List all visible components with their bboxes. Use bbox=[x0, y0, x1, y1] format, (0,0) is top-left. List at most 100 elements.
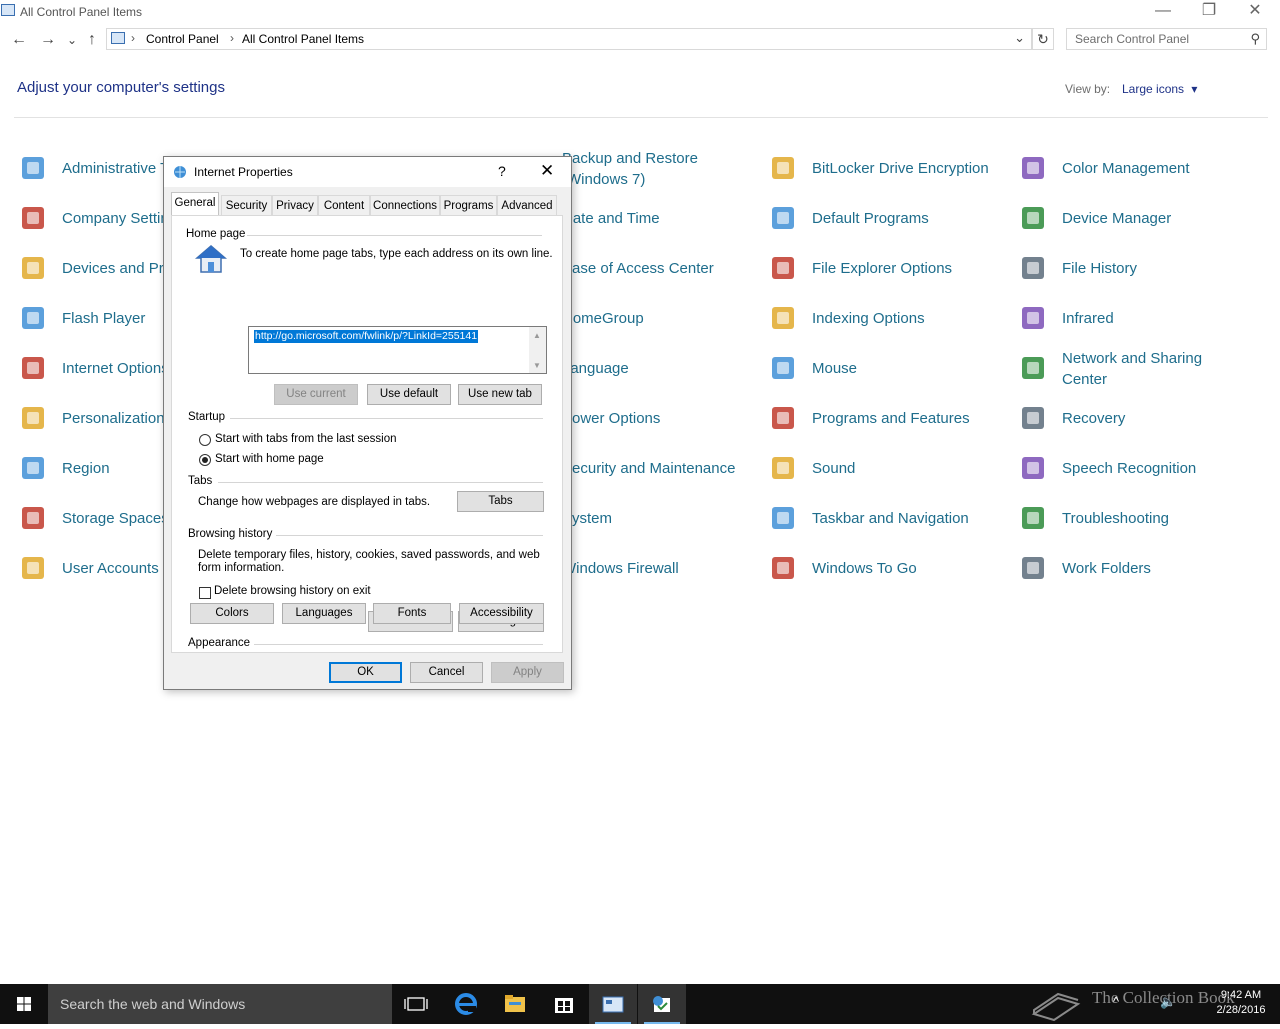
control-panel-item-label: Programs and Features bbox=[812, 410, 970, 427]
address-bar[interactable]: › Control Panel › All Control Panel Item… bbox=[106, 28, 1032, 50]
colors-button[interactable]: Colors bbox=[190, 603, 274, 624]
search-icon[interactable]: ⚲ bbox=[1250, 31, 1260, 47]
windows-to-go-icon bbox=[772, 557, 794, 579]
control-panel-item-label: Speech Recognition bbox=[1062, 460, 1197, 477]
startup-group-label: Startup bbox=[188, 411, 226, 423]
control-panel-item-label: Work Folders bbox=[1062, 560, 1151, 577]
start-button[interactable] bbox=[0, 984, 48, 1024]
cancel-button[interactable]: Cancel bbox=[410, 662, 483, 683]
control-panel-item-label: Windows Firewall bbox=[562, 560, 679, 577]
use-new-tab-button[interactable]: Use new tab bbox=[458, 384, 542, 405]
recent-locations-button[interactable]: ⌄ bbox=[62, 30, 82, 50]
administrative-tools-icon bbox=[22, 157, 44, 179]
control-panel-item-label: Date and Time bbox=[562, 210, 660, 227]
radio-home-page-label[interactable]: Start with home page bbox=[215, 453, 324, 465]
back-button[interactable]: ← bbox=[9, 30, 29, 50]
use-current-button[interactable]: Use current bbox=[274, 384, 358, 405]
file-explorer-button[interactable] bbox=[491, 984, 539, 1024]
control-panel-item-label: Security and Maintenance bbox=[562, 460, 736, 477]
taskbar-navigation-icon bbox=[772, 507, 794, 529]
tab-connections[interactable]: Connections bbox=[370, 195, 440, 215]
clock[interactable]: 9:42 AM 2/28/2016 bbox=[1203, 988, 1279, 1018]
file-explorer-options-icon bbox=[772, 257, 794, 279]
use-default-button[interactable]: Use default bbox=[367, 384, 451, 405]
view-by-label: View by: bbox=[1065, 82, 1111, 96]
view-by-dropdown[interactable]: Large icons ▾ bbox=[1122, 82, 1197, 96]
internet-properties-taskbar-button[interactable] bbox=[638, 984, 686, 1024]
radio-last-session-label[interactable]: Start with tabs from the last session bbox=[215, 433, 397, 445]
dialog-title-bar[interactable]: Internet Properties ? ✕ bbox=[164, 157, 571, 187]
internet-options-icon bbox=[22, 357, 44, 379]
tab-content[interactable]: Content bbox=[318, 195, 370, 215]
dialog-close-button[interactable]: ✕ bbox=[540, 161, 554, 181]
home-page-icon bbox=[194, 245, 228, 273]
control-panel-taskbar-button[interactable] bbox=[589, 984, 637, 1024]
home-page-url: http://go.microsoft.com/fwlink/p/?LinkId… bbox=[254, 330, 479, 343]
close-button[interactable]: ✕ bbox=[1232, 0, 1278, 24]
windows-logo-icon bbox=[17, 997, 31, 1011]
user-accounts-icon bbox=[22, 557, 44, 579]
taskbar-search-input[interactable]: Search the web and Windows bbox=[48, 984, 392, 1024]
show-hidden-icons-button[interactable]: ^ bbox=[1113, 994, 1119, 1009]
tab-privacy[interactable]: Privacy bbox=[272, 195, 318, 215]
breadcrumb-separator[interactable]: › bbox=[230, 31, 234, 45]
recovery-icon bbox=[1022, 407, 1044, 429]
help-button[interactable]: ? bbox=[498, 163, 506, 179]
clock-time: 9:42 AM bbox=[1220, 989, 1262, 1001]
edge-button[interactable] bbox=[442, 984, 490, 1024]
ok-button[interactable]: OK bbox=[329, 662, 402, 683]
radio-last-session[interactable] bbox=[199, 434, 211, 446]
delete-on-exit-checkbox[interactable] bbox=[199, 587, 211, 599]
troubleshooting-icon bbox=[1022, 507, 1044, 529]
control-panel-item-label: Ease of Access Center bbox=[562, 260, 714, 277]
control-panel-item-label: Mouse bbox=[812, 360, 858, 377]
accessibility-button[interactable]: Accessibility bbox=[459, 603, 544, 624]
divider bbox=[14, 117, 1268, 118]
up-button[interactable]: ↑ bbox=[82, 30, 102, 50]
restore-button[interactable]: ❐ bbox=[1186, 0, 1232, 24]
color-management-icon bbox=[1022, 157, 1044, 179]
scroll-up-icon[interactable]: ▲ bbox=[533, 331, 541, 340]
window-title: All Control Panel Items bbox=[20, 5, 143, 19]
control-panel-item-label: Flash Player bbox=[62, 310, 146, 327]
task-view-button[interactable] bbox=[392, 984, 440, 1024]
group-divider bbox=[218, 482, 543, 483]
apply-button[interactable]: Apply bbox=[491, 662, 564, 683]
radio-home-page[interactable] bbox=[199, 454, 211, 466]
control-panel-item-label: Sound bbox=[812, 460, 856, 477]
tab-general[interactable]: General bbox=[171, 192, 219, 216]
search-input[interactable]: Search Control Panel ⚲ bbox=[1066, 28, 1267, 50]
group-divider bbox=[254, 644, 543, 645]
address-dropdown-icon[interactable]: ⌄ bbox=[1014, 30, 1025, 46]
file-history-icon bbox=[1022, 257, 1044, 279]
flash-player-icon bbox=[22, 307, 44, 329]
file-explorer-icon bbox=[505, 995, 525, 1012]
breadcrumb-all-items[interactable]: All Control Panel Items bbox=[242, 32, 364, 46]
fonts-button[interactable]: Fonts bbox=[373, 603, 451, 624]
refresh-button[interactable]: ↻ bbox=[1032, 28, 1054, 50]
minimize-button[interactable]: — bbox=[1140, 0, 1186, 24]
forward-button[interactable]: → bbox=[38, 30, 58, 50]
tabs-button[interactable]: Tabs bbox=[457, 491, 544, 512]
internet-properties-dialog: Internet Properties ? ✕ General Security… bbox=[163, 156, 572, 690]
tab-security[interactable]: Security bbox=[221, 195, 272, 215]
scroll-down-icon[interactable]: ▼ bbox=[533, 361, 541, 370]
window-title-bar[interactable]: All Control Panel Items — ❐ ✕ bbox=[0, 0, 1280, 24]
textarea-scrollbar[interactable]: ▲ ▼ bbox=[529, 327, 546, 373]
delete-on-exit-label[interactable]: Delete browsing history on exit bbox=[214, 585, 371, 597]
volume-icon[interactable]: 🔈 bbox=[1160, 994, 1176, 1010]
tabs-group-label: Tabs bbox=[188, 475, 213, 487]
breadcrumb-control-panel[interactable]: Control Panel bbox=[146, 32, 219, 46]
tab-programs[interactable]: Programs bbox=[440, 195, 497, 215]
store-icon bbox=[555, 998, 573, 1013]
store-button[interactable] bbox=[540, 984, 588, 1024]
control-panel-icon bbox=[1, 4, 15, 16]
home-page-textarea[interactable]: http://go.microsoft.com/fwlink/p/?LinkId… bbox=[248, 326, 547, 374]
tab-advanced[interactable]: Advanced bbox=[497, 195, 557, 215]
control-panel-item-label: Color Management bbox=[1062, 160, 1190, 177]
control-panel-item-label: Recovery bbox=[1062, 410, 1126, 427]
breadcrumb-separator[interactable]: › bbox=[131, 31, 135, 45]
languages-button[interactable]: Languages bbox=[282, 603, 366, 624]
devices-printers-icon bbox=[22, 257, 44, 279]
taskbar: Search the web and Windows The Collectio… bbox=[0, 984, 1280, 1024]
